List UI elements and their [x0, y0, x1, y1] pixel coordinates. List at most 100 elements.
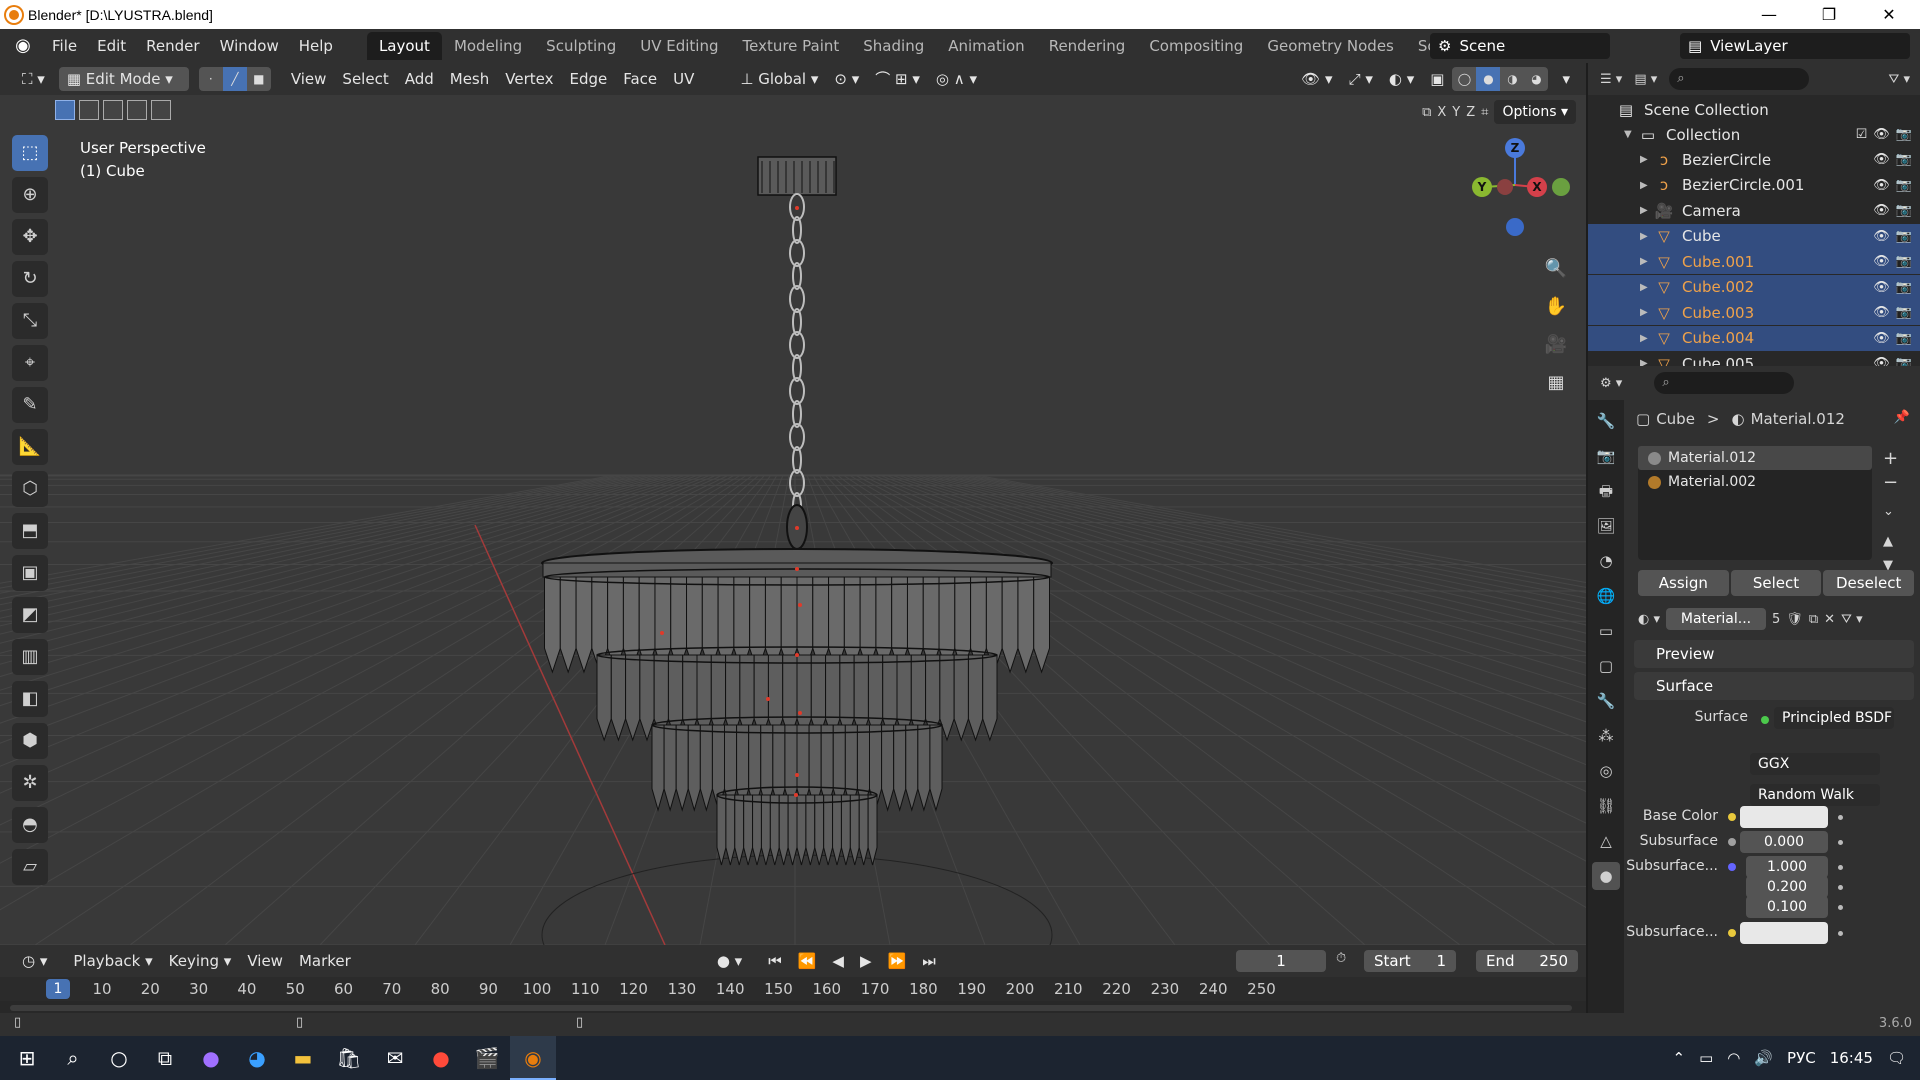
xray-toggle-icon[interactable]: ▣ — [1422, 67, 1452, 91]
eye-icon[interactable]: 👁 — [1873, 229, 1890, 244]
unlink-material-icon[interactable]: ✕ — [1824, 612, 1835, 627]
add-slot-button[interactable]: + — [1883, 448, 1898, 469]
tab-rendering[interactable]: Rendering — [1037, 32, 1138, 60]
windows-start-icon[interactable]: ⊞ — [4, 1036, 50, 1080]
tool-tab-icon[interactable]: 🔧 — [1592, 407, 1620, 435]
viewport-canvas[interactable]: ZY X — [0, 95, 1586, 945]
expand-arrow-icon[interactable]: ▼ — [1624, 129, 1638, 140]
assign-button[interactable]: Assign — [1638, 570, 1729, 596]
volume-icon[interactable]: 🔊 — [1754, 1049, 1773, 1067]
smooth-tool-icon[interactable]: ◓ — [12, 807, 48, 843]
eye-icon[interactable]: 👁 — [1873, 178, 1890, 193]
output-tab-icon[interactable]: 🖶 — [1592, 477, 1620, 505]
number-field[interactable]: 0.100 — [1746, 896, 1828, 918]
mode-selector[interactable]: ▦ Edit Mode ▾ — [58, 67, 189, 91]
media-icon[interactable]: 🎬 — [464, 1036, 510, 1080]
tab-texture-paint[interactable]: Texture Paint — [730, 32, 851, 60]
keyframe-dot-icon[interactable] — [1838, 840, 1843, 845]
loop-cut-tool-icon[interactable]: ▥ — [12, 639, 48, 675]
solid-shading-icon[interactable]: ● — [1476, 67, 1501, 91]
cursor-tool-icon[interactable]: ⊕ — [12, 177, 48, 213]
menu-render[interactable]: Render — [136, 33, 209, 59]
view-layer-selector[interactable]: ▤ ViewLayer — [1680, 33, 1910, 59]
menu-marker[interactable]: Marker — [291, 949, 359, 973]
start-frame-field[interactable]: Start 1 — [1364, 950, 1456, 972]
transform-orientation[interactable]: ⊥ Global ▾ — [732, 67, 826, 91]
rotate-tool-icon[interactable]: ↻ — [12, 261, 48, 297]
stopwatch-icon[interactable]: ⏱ — [1336, 951, 1346, 966]
camera-view-icon[interactable]: 🎥 — [1540, 329, 1572, 361]
store-icon[interactable]: 🛍 — [326, 1036, 372, 1080]
cortana-icon[interactable]: ○ — [96, 1036, 142, 1080]
mirror-icon[interactable]: ⧉ — [1422, 105, 1431, 120]
expand-arrow-icon[interactable]: ▶ — [1640, 180, 1654, 191]
battery-icon[interactable]: ▭ — [1699, 1049, 1713, 1067]
keyframe-dot-icon[interactable] — [1838, 931, 1843, 936]
distribution-dropdown[interactable]: GGX — [1750, 753, 1880, 775]
select-subtract-icon[interactable] — [103, 100, 123, 120]
camera-render-icon[interactable]: 📷 — [1896, 305, 1912, 320]
scale-tool-icon[interactable]: ⤡ — [12, 303, 48, 339]
overlay-toggle-icon[interactable]: ◐ ▾ — [1381, 67, 1422, 91]
menu-add[interactable]: Add — [397, 67, 442, 91]
timeline-editor-icon[interactable]: ◷ ▾ — [14, 949, 55, 973]
scene-collection-row[interactable]: ▤ Scene Collection — [1588, 97, 1920, 122]
gizmo-toggle-icon[interactable]: ⤢ ▾ — [1341, 67, 1381, 91]
properties-editor-icon[interactable]: ⚙ ▾ — [1600, 376, 1622, 391]
menu-edit[interactable]: Edit — [87, 33, 136, 59]
auto-merge-icon[interactable]: ⌗ — [1481, 105, 1488, 120]
data-tab-icon[interactable]: △ — [1592, 827, 1620, 855]
close-button[interactable]: ✕ — [1866, 0, 1912, 29]
select-button[interactable]: Select — [1730, 570, 1822, 596]
menu-keying[interactable]: Keying ▾ — [161, 949, 240, 973]
tab-layout[interactable]: Layout — [366, 32, 442, 60]
vertex-select-icon[interactable]: · — [199, 67, 223, 91]
modifier-tab-icon[interactable]: 🔧 — [1592, 687, 1620, 715]
mirror-z-toggle[interactable]: Z — [1466, 105, 1475, 120]
object-tab-icon[interactable]: ▢ — [1592, 652, 1620, 680]
yandex-browser-icon[interactable]: ● — [418, 1036, 464, 1080]
poly-build-tool-icon[interactable]: ⬢ — [12, 723, 48, 759]
eye-icon[interactable]: 👁 — [1873, 127, 1890, 142]
move-slot-up-icon[interactable]: ▲ — [1883, 534, 1893, 549]
play-icon[interactable]: ▶ — [852, 949, 880, 973]
material-tab-icon[interactable]: ● — [1592, 862, 1620, 890]
menu-vertex[interactable]: Vertex — [497, 67, 561, 91]
jump-end-icon[interactable]: ⏭ — [914, 949, 944, 973]
options-dropdown[interactable]: Options ▾ — [1494, 100, 1576, 124]
outliner-item[interactable]: ▶ ▽ Cube.003 👁 📷 — [1588, 300, 1920, 325]
collection-tab-icon[interactable]: ▭ — [1592, 617, 1620, 645]
current-frame-field[interactable]: 1 — [1236, 950, 1326, 972]
view-layer-name[interactable]: ViewLayer — [1710, 37, 1787, 55]
fake-user-icon[interactable]: 🛡 — [1786, 612, 1803, 627]
frame-ruler[interactable]: 1 10 20 30 40 50 60 70 80 90 100 110 120 130 140 150 160… — [0, 977, 1586, 1001]
keyframe-dot-icon[interactable] — [1838, 815, 1843, 820]
keyframe-dot-icon[interactable] — [1838, 885, 1843, 890]
mirror-y-toggle[interactable]: Y — [1452, 105, 1460, 120]
zoom-icon[interactable]: 🔍 — [1540, 253, 1572, 285]
rendered-shading-icon[interactable]: ◕ — [1524, 67, 1548, 91]
camera-render-icon[interactable]: 📷 — [1896, 229, 1912, 244]
clock[interactable]: 16:45 — [1830, 1049, 1873, 1067]
expand-arrow-icon[interactable]: ▶ — [1640, 282, 1654, 293]
pivot-icon[interactable]: ⊙ ▾ — [826, 67, 867, 91]
camera-render-icon[interactable]: 📷 — [1896, 331, 1912, 346]
eye-icon[interactable]: 👁 — [1873, 280, 1890, 295]
tab-uv-editing[interactable]: UV Editing — [628, 32, 730, 60]
keyframe-dot-icon[interactable] — [1838, 905, 1843, 910]
snap-icon[interactable]: ⌒ ⊞ ▾ — [867, 67, 928, 91]
pan-hand-icon[interactable]: ✋ — [1540, 291, 1572, 323]
deselect-button[interactable]: Deselect — [1823, 570, 1915, 596]
file-explorer-icon[interactable]: ▬ — [280, 1036, 326, 1080]
search-icon[interactable]: ⌕ — [50, 1036, 96, 1080]
tab-shading[interactable]: Shading — [851, 32, 936, 60]
expand-arrow-icon[interactable]: ▶ — [1640, 205, 1654, 216]
subsurface-method-dropdown[interactable]: Random Walk — [1750, 784, 1880, 806]
camera-render-icon[interactable]: 📷 — [1896, 254, 1912, 269]
tab-compositing[interactable]: Compositing — [1137, 32, 1255, 60]
tab-sculpting[interactable]: Sculpting — [534, 32, 628, 60]
menu-edge[interactable]: Edge — [561, 67, 615, 91]
extrude-tool-icon[interactable]: ⬒ — [12, 513, 48, 549]
menu-view[interactable]: View — [283, 67, 335, 91]
scene-name[interactable]: Scene — [1459, 37, 1505, 55]
